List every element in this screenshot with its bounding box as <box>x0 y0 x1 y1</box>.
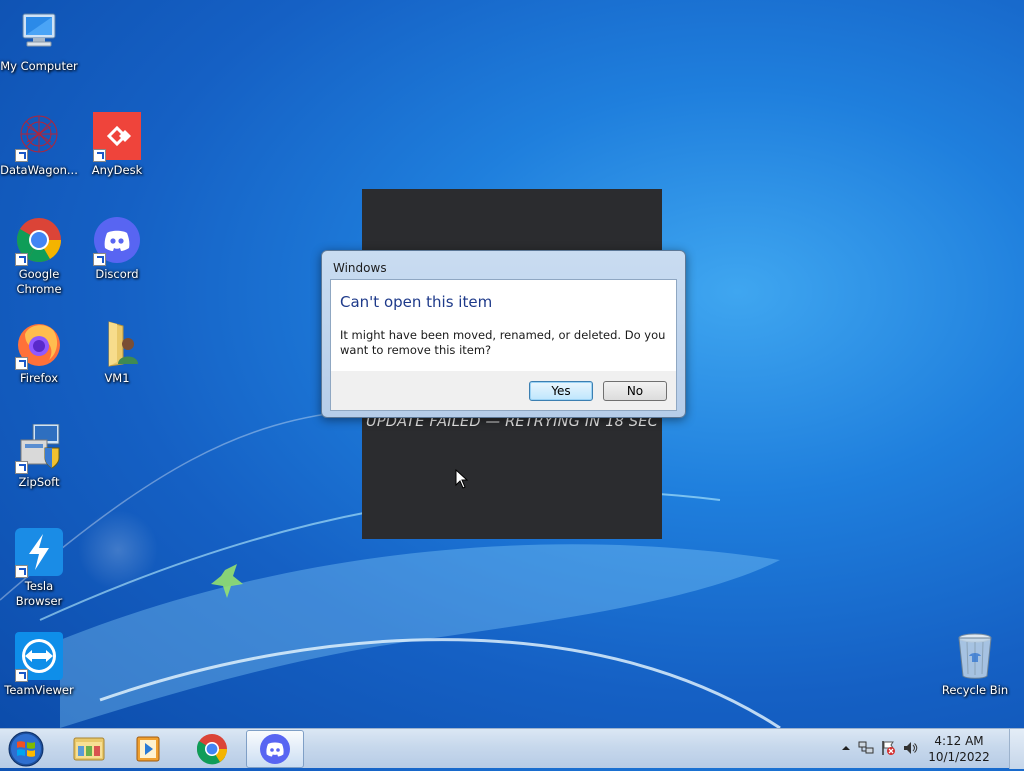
no-button[interactable]: No <box>603 381 667 401</box>
chrome-icon <box>15 216 63 266</box>
taskbar-chrome[interactable] <box>183 730 241 768</box>
desktop-icon-label: Google Chrome <box>16 267 62 296</box>
show-hidden-icons-chevron-icon[interactable] <box>838 740 854 756</box>
desktop-icon-anydesk[interactable]: AnyDesk <box>78 112 156 178</box>
cant-open-item-dialog: Windows Can't open this item It might ha… <box>321 250 686 418</box>
desktop-icon-google-chrome[interactable]: Google Chrome <box>0 216 78 297</box>
desktop-icon-teamviewer[interactable]: TeamViewer <box>0 632 78 698</box>
desktop-icon-label: ZipSoft <box>18 475 60 489</box>
shortcut-arrow-icon <box>15 461 28 474</box>
computer-icon <box>15 8 63 56</box>
network-icon[interactable] <box>858 740 874 756</box>
desktop-icon-label: Recycle Bin <box>941 683 1009 697</box>
discord-icon <box>260 734 290 764</box>
desktop-icon-vm1[interactable]: VM1 <box>78 320 156 386</box>
action-center-flag-icon[interactable] <box>880 740 896 756</box>
volume-icon[interactable] <box>902 740 918 756</box>
taskbar: 4:12 AM 10/1/2022 <box>0 728 1024 769</box>
desktop-icon-label: VM1 <box>104 371 130 385</box>
chrome-icon <box>196 734 228 765</box>
taskbar-file-explorer[interactable] <box>60 730 118 768</box>
firefox-icon <box>15 320 63 370</box>
desktop-icon-label: Tesla Browser <box>15 579 63 608</box>
installer-icon <box>15 423 63 474</box>
dialog-message: It might have been moved, renamed, or de… <box>340 328 666 357</box>
desktop-icon-label: Firefox <box>19 371 59 385</box>
windows-logo-icon <box>8 731 44 767</box>
teamviewer-icon <box>15 632 63 682</box>
desktop-icon-discord[interactable]: Discord <box>78 216 156 282</box>
desktop-icon-zipsoft[interactable]: ZipSoft <box>0 423 78 490</box>
shortcut-arrow-icon <box>15 565 28 578</box>
shortcut-arrow-icon <box>15 253 28 266</box>
desktop-icon-firefox[interactable]: Firefox <box>0 320 78 386</box>
discord-icon <box>93 216 141 266</box>
desktop-icon-tesla-browser[interactable]: Tesla Browser <box>0 528 78 609</box>
user-folder-icon <box>93 320 141 368</box>
desktop-icon-my-computer[interactable]: My Computer <box>0 8 78 74</box>
clock-time[interactable]: 4:12 AM <box>924 734 994 748</box>
desktop-icon-label: DataWagon... <box>0 163 78 177</box>
desktop-icon-label: AnyDesk <box>91 163 143 177</box>
dialog-body: Can't open this item It might have been … <box>330 279 677 411</box>
taskbar-media-player[interactable] <box>120 730 178 768</box>
start-button[interactable] <box>6 730 46 768</box>
shortcut-arrow-icon <box>93 253 106 266</box>
shortcut-arrow-icon <box>15 357 28 370</box>
system-tray: 4:12 AM 10/1/2022 <box>838 729 1024 769</box>
shortcut-arrow-icon <box>15 149 28 162</box>
show-desktop-button[interactable] <box>1009 729 1024 769</box>
mouse-cursor-icon <box>455 469 469 489</box>
anydesk-icon <box>93 112 141 162</box>
desktop-icon-label: My Computer <box>0 59 78 73</box>
desktop-icon-datawagon[interactable]: DataWagon... <box>0 112 78 178</box>
dialog-title: Windows <box>333 261 387 275</box>
desktop-icon-label: TeamViewer <box>4 683 74 697</box>
datawagon-icon <box>15 112 63 162</box>
clock-date[interactable]: 10/1/2022 <box>924 750 994 764</box>
desktop-icon-label: Discord <box>95 267 139 281</box>
taskbar-discord[interactable] <box>246 730 304 768</box>
recycle-bin-icon <box>951 632 999 680</box>
shortcut-arrow-icon <box>15 669 28 682</box>
dialog-heading: Can't open this item <box>340 293 493 311</box>
desktop-icon-recycle-bin[interactable]: Recycle Bin <box>936 632 1014 698</box>
media-player-icon <box>136 736 160 762</box>
shortcut-arrow-icon <box>93 149 106 162</box>
tesla-browser-icon <box>15 528 63 578</box>
yes-button[interactable]: Yes <box>529 381 593 401</box>
dialog-content: Can't open this item It might have been … <box>331 280 676 371</box>
file-explorer-icon <box>73 737 105 761</box>
